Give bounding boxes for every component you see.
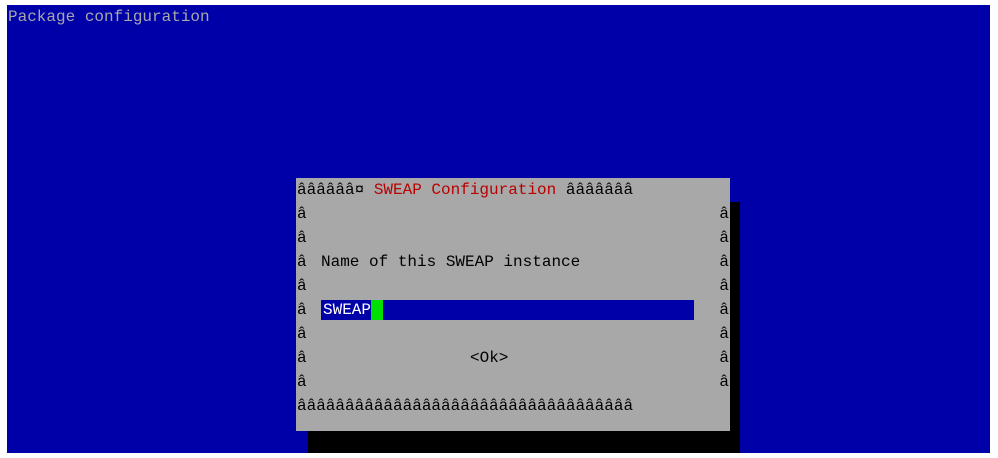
instance-name-value: SWEAP bbox=[323, 301, 372, 319]
instance-name-prompt: Name of this SWEAP instance bbox=[321, 253, 581, 271]
border-bottom: âââââââââââââââââââââââââââââââââââ bbox=[297, 397, 634, 415]
border-side-right: â bbox=[719, 349, 729, 367]
dialog-row-empty: â â bbox=[296, 322, 730, 346]
border-side-left: â bbox=[297, 301, 307, 319]
border-top-left: ââââââ¤ bbox=[297, 181, 374, 199]
border-side-right: â bbox=[719, 253, 729, 271]
dialog-shadow-right bbox=[730, 202, 740, 453]
dialog-title: SWEAP Configuration bbox=[373, 181, 557, 199]
border-side-left: â bbox=[297, 253, 307, 271]
dialog-top-border: ââââââ¤ SWEAP Configuration âââââââ bbox=[296, 178, 730, 202]
dialog-row-prompt: â Name of this SWEAP instance â bbox=[296, 250, 730, 274]
border-side-left: â bbox=[297, 229, 307, 247]
text-cursor bbox=[371, 300, 384, 320]
dialog-row-empty: â â bbox=[296, 274, 730, 298]
terminal-screen: Package configuration ââââââ¤ SWEAP Conf… bbox=[7, 5, 990, 453]
dialog-row-input: â SWEAP â bbox=[296, 298, 730, 322]
dialog-row-empty: â â bbox=[296, 370, 730, 394]
border-top-right: âââââââ bbox=[556, 181, 634, 199]
config-dialog: ââââââ¤ SWEAP Configuration âââââââ â â … bbox=[296, 178, 730, 431]
border-side-right: â bbox=[719, 373, 729, 391]
border-side-left: â bbox=[297, 325, 307, 343]
border-side-left: â bbox=[297, 277, 307, 295]
instance-name-input[interactable]: SWEAP bbox=[321, 300, 694, 320]
dialog-bottom-border: âââââââââââââââââââââââââââââââââââ bbox=[296, 394, 730, 418]
border-side-right: â bbox=[719, 301, 729, 319]
border-side-right: â bbox=[719, 229, 729, 247]
ok-button[interactable]: <Ok> bbox=[470, 346, 508, 370]
dialog-shadow-bottom bbox=[308, 431, 740, 453]
dialog-row-empty: â â bbox=[296, 202, 730, 226]
border-side-left: â bbox=[297, 205, 307, 223]
border-side-left: â bbox=[297, 373, 307, 391]
border-side-right: â bbox=[719, 325, 729, 343]
screen-title: Package configuration bbox=[8, 8, 210, 26]
border-side-right: â bbox=[719, 205, 729, 223]
dialog-row-empty: â â bbox=[296, 226, 730, 250]
border-side-left: â bbox=[297, 349, 307, 367]
dialog-row-buttons: â <Ok> â bbox=[296, 346, 730, 370]
border-side-right: â bbox=[719, 277, 729, 295]
